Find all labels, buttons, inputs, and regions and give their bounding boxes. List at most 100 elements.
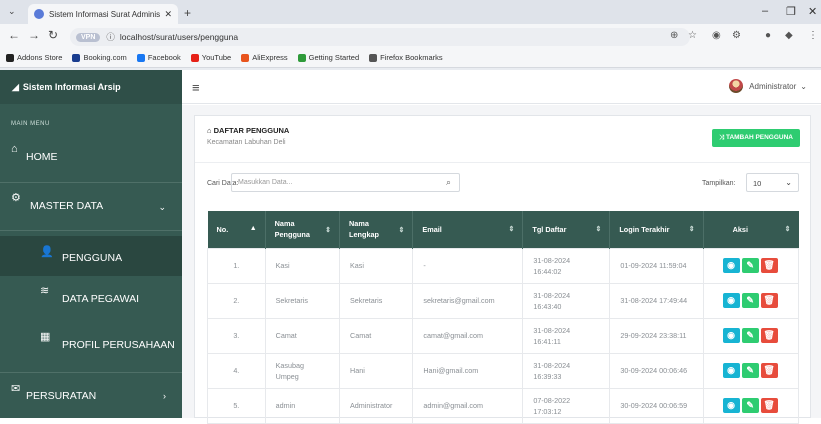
cell-registered: 31-08-2024 16:41:11 [522,317,611,354]
sidebar-item-profil-perusahaan[interactable]: ▦ PROFIL PERUSAHAAN [0,324,182,364]
cell-actions: ◉ ✎ 🗑 [702,247,800,284]
bookmark-label: Firefox Bookmarks [380,53,443,62]
users-card: ⌂ DAFTAR PENGGUNA Kecamatan Labuhan Deli… [194,115,811,424]
pocket-icon[interactable]: ◉ [712,30,721,41]
bookmark-firefox-bookmarks[interactable]: Firefox Bookmarks [369,53,443,62]
extensions-icon[interactable]: ⚙ [732,30,741,41]
cell-username: Kasi [264,247,341,284]
cell-fullname: Sekretaris [339,282,414,319]
vpn-badge[interactable]: VPN [76,32,101,42]
forward-icon[interactable]: → [28,28,40,42]
delete-button[interactable]: 🗑 [760,293,778,308]
table-header-row: No. ▲ Nama Pengguna ⇕ Nama Lengkap ⇕ Email ⇕… [207,211,799,248]
delete-button[interactable]: 🗑 [760,363,778,378]
cell-last-login: 31-08-2024 17:49:44 [609,282,704,319]
edit-button[interactable]: ✎ [741,293,759,308]
sidebar-item-home[interactable]: ⌂ HOME [0,140,182,176]
col-actions[interactable]: Aksi ⇕ [703,211,799,248]
hamburger-menu-icon[interactable]: ≡ [192,80,200,95]
sort-icon: ⇕ [688,226,695,233]
search-input[interactable]: Masukkan Data... ⌕ [231,173,460,192]
gear-icon: ⚙ [11,192,21,204]
mail-icon: ✉ [11,383,21,395]
edit-button[interactable]: ✎ [741,258,759,273]
view-button[interactable]: ◉ [722,328,740,343]
cell-last-login: 01-09-2024 11:59:04 [609,247,704,284]
url-text[interactable]: localhost/surat/users/pengguna [120,32,238,42]
edit-button[interactable]: ✎ [741,398,759,413]
add-user-button[interactable]: ⤨ TAMBAH PENGGUNA [711,129,800,147]
reload-icon[interactable]: ↻ [48,28,58,42]
bookmark-label: Addons Store [17,53,63,62]
cell-email: - [412,247,524,284]
sidebar-item-persuratan[interactable]: ✉ PERSURATAN › [0,376,182,416]
shield-icon[interactable]: ◆ [785,30,793,41]
bookmark-booking[interactable]: Booking.com [72,53,127,62]
cell-registered: 31-08-2024 16:39:33 [522,352,611,389]
page-size-select[interactable]: 10 ⌄ [746,173,799,192]
bookmark-label: Booking.com [83,53,127,62]
view-button[interactable]: ◉ [722,398,740,413]
bookmark-label: YouTube [201,53,232,62]
sidebar-item-data-pegawai[interactable]: ≋ DATA PEGAWAI [0,278,182,318]
add-user-label: TAMBAH PENGGUNA [725,134,793,141]
bookmark-youtube[interactable]: YouTube [190,53,232,62]
site-info-icon[interactable]: ⓘ [106,31,115,43]
tab-title: Sistem Informasi Surat Adminis [49,9,161,19]
close-window-icon[interactable]: ✕ [808,5,817,18]
cell-no: 4. [207,352,266,389]
back-icon[interactable]: ← [8,28,20,42]
new-tab-icon[interactable]: + [184,6,191,20]
sidebar-item-label: MASTER DATA [30,200,104,212]
maximize-icon[interactable]: ❐ [786,5,796,18]
bookmark-getting-started[interactable]: Getting Started [297,53,359,62]
chevron-down-icon: ⌄ [785,178,792,187]
bookmark-facebook[interactable]: Facebook [136,53,181,62]
user-menu[interactable]: Administrator ⌄ [729,79,807,93]
user-icon: 👤 [40,246,54,258]
bookmarks-bar: Addons Store Booking.com Facebook YouTub… [0,48,821,68]
divider [0,230,182,231]
view-button[interactable]: ◉ [722,258,740,273]
edit-button[interactable]: ✎ [741,363,759,378]
zoom-icon[interactable]: ⊕ [670,30,678,41]
delete-button[interactable]: 🗑 [760,258,778,273]
col-fullname[interactable]: Nama Lengkap ⇕ [339,211,414,248]
card-title-text: DAFTAR PENGGUNA [213,126,290,135]
minimize-icon[interactable]: – [762,5,768,17]
url-bar[interactable]: VPN ⓘ localhost/surat/users/pengguna [70,28,690,46]
tab-list-icon[interactable]: ⌄ [8,6,16,17]
avatar [729,79,744,93]
brand[interactable]: ◢ Sistem Informasi Arsip [0,70,182,104]
browser-tab[interactable]: Sistem Informasi Surat Adminis ✕ [28,4,178,24]
cell-registered: 31-08-2024 16:44:02 [522,247,611,284]
account-icon[interactable]: ● [765,30,771,41]
col-no[interactable]: No. ▲ [207,211,266,248]
sort-icon: ⇕ [595,226,602,233]
col-username[interactable]: Nama Pengguna ⇕ [265,211,341,248]
search-icon[interactable]: ⌕ [446,177,451,188]
sort-icon: ⇕ [784,226,791,233]
sidebar-item-label: PENGGUNA [62,252,123,264]
users-table: No. ▲ Nama Pengguna ⇕ Nama Lengkap ⇕ Email ⇕… [207,211,800,424]
col-registered[interactable]: Tgl Daftar ⇕ [522,211,611,248]
sidebar-item-label: HOME [26,151,58,163]
home-icon: ⌂ [11,143,18,155]
bookmark-star-icon[interactable]: ☆ [688,30,697,41]
bookmark-addons-store[interactable]: Addons Store [6,53,62,62]
close-tab-icon[interactable]: ✕ [164,9,172,20]
sidebar-item-master-data[interactable]: ⚙ MASTER DATA ⌄ [0,188,182,224]
col-email[interactable]: Email ⇕ [412,211,524,248]
facebook-icon [136,53,145,62]
edit-button[interactable]: ✎ [741,328,759,343]
sidebar-item-pengguna[interactable]: 👤 PENGGUNA [0,236,182,276]
menu-icon[interactable]: ⋮ [808,30,818,41]
delete-button[interactable]: 🗑 [760,398,778,413]
view-button[interactable]: ◉ [722,363,740,378]
view-button[interactable]: ◉ [722,293,740,308]
sidebar: ◢ Sistem Informasi Arsip MAIN MENU ⌂ HOME… [0,70,182,418]
cell-registered: 31-08-2024 16:43:40 [522,282,611,319]
col-last-login[interactable]: Login Terakhir ⇕ [609,211,704,248]
bookmark-aliexpress[interactable]: AliExpress [241,53,288,62]
delete-button[interactable]: 🗑 [760,328,778,343]
